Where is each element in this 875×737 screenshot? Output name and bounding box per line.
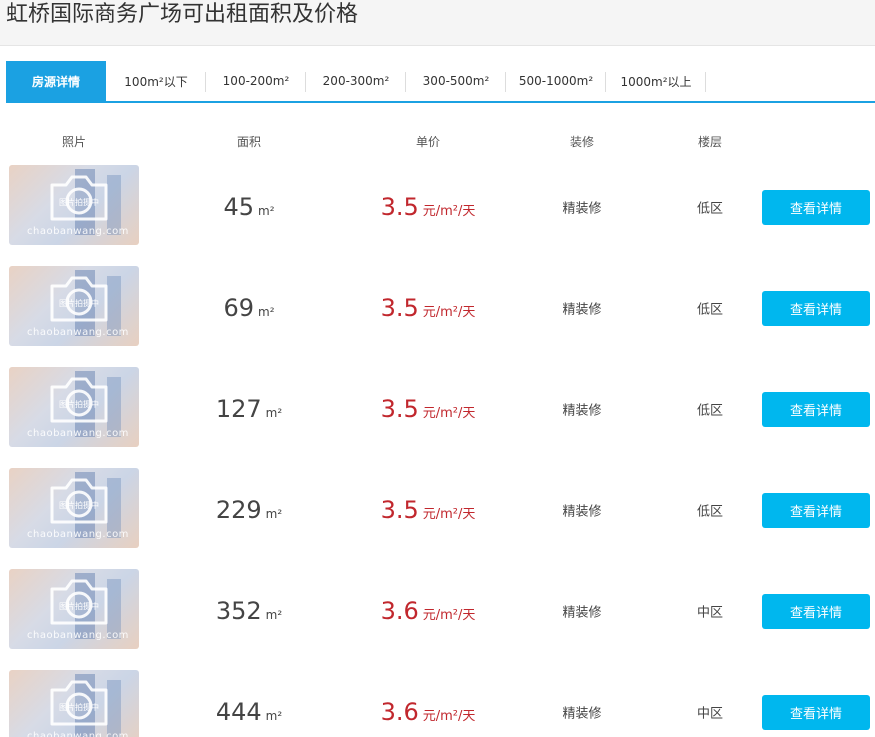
area-cell: 229 m²	[216, 496, 282, 524]
area-unit: m²	[265, 608, 283, 622]
decoration-value: 精装修	[562, 706, 602, 722]
table-row: 图片拍摄中 chaobanwang.com 45 m² 3.5 元/m²/天 精装修 低区 查看…	[0, 165, 875, 245]
watermark-text: chaobanwang.com	[27, 529, 129, 540]
area-cell: 444 m²	[216, 698, 282, 726]
price-unit: 元/m²/天	[422, 305, 476, 320]
area-cell: 69 m²	[223, 294, 274, 322]
floor-value: 低区	[696, 403, 724, 419]
camera-icon: 图片拍摄中	[50, 276, 108, 322]
view-details-button[interactable]: 查看详情	[762, 695, 870, 730]
price-value: 3.5	[380, 193, 419, 221]
price-cell: 3.6 元/m²/天	[381, 698, 476, 726]
area-unit: m²	[265, 709, 283, 723]
photo-caption: 图片拍摄中	[59, 702, 99, 712]
photo-caption: 图片拍摄中	[59, 197, 99, 207]
decoration-value: 精装修	[562, 201, 602, 217]
tab-listing-details[interactable]: 房源详情	[6, 61, 106, 101]
tab-500-1000[interactable]: 500-1000m²	[506, 61, 606, 101]
area-value: 45	[223, 193, 255, 221]
listing-photo[interactable]: 图片拍摄中 chaobanwang.com	[9, 165, 139, 245]
tab-over-1000[interactable]: 1000m²以上	[606, 61, 706, 101]
price-value: 3.5	[380, 395, 419, 423]
photo-caption: 图片拍摄中	[59, 601, 99, 611]
area-value: 127	[215, 395, 262, 423]
table-row: 图片拍摄中 chaobanwang.com 69 m² 3.5 元/m²/天 精装修 低区 查看…	[0, 266, 875, 346]
floor-value: 低区	[696, 504, 724, 520]
area-cell: 127 m²	[216, 395, 282, 423]
table-row: 图片拍摄中 chaobanwang.com 444 m² 3.6 元/m²/天 精装修 中区 查…	[0, 670, 875, 737]
price-cell: 3.5 元/m²/天	[381, 193, 476, 221]
price-value: 3.6	[380, 698, 419, 726]
price-cell: 3.5 元/m²/天	[381, 395, 476, 423]
table-row: 图片拍摄中 chaobanwang.com 352 m² 3.6 元/m²/天 精装修 中区 查…	[0, 569, 875, 649]
area-cell: 352 m²	[216, 597, 282, 625]
tab-200-300[interactable]: 200-300m²	[306, 61, 406, 101]
camera-icon: 图片拍摄中	[50, 680, 108, 726]
camera-icon: 图片拍摄中	[50, 478, 108, 524]
view-details-button[interactable]: 查看详情	[762, 190, 870, 225]
listing-photo[interactable]: 图片拍摄中 chaobanwang.com	[9, 367, 139, 447]
decoration-value: 精装修	[562, 403, 602, 419]
camera-icon: 图片拍摄中	[50, 579, 108, 625]
view-details-button[interactable]: 查看详情	[762, 392, 870, 427]
area-unit: m²	[265, 507, 283, 521]
price-cell: 3.5 元/m²/天	[381, 294, 476, 322]
area-value: 69	[223, 294, 255, 322]
size-filter-tabs: 房源详情 100m²以下 100-200m² 200-300m² 300-500…	[6, 61, 875, 103]
view-details-button[interactable]: 查看详情	[762, 493, 870, 528]
watermark-text: chaobanwang.com	[27, 327, 129, 338]
area-value: 352	[215, 597, 262, 625]
table-row: 图片拍摄中 chaobanwang.com 229 m² 3.5 元/m²/天 精装修 低区 查…	[0, 468, 875, 548]
listing-photo[interactable]: 图片拍摄中 chaobanwang.com	[9, 468, 139, 548]
page-header: 虹桥国际商务广场可出租面积及价格	[0, 0, 875, 46]
listing-photo[interactable]: 图片拍摄中 chaobanwang.com	[9, 266, 139, 346]
listing-photo[interactable]: 图片拍摄中 chaobanwang.com	[9, 569, 139, 649]
price-value: 3.5	[380, 496, 419, 524]
camera-icon: 图片拍摄中	[50, 175, 108, 221]
price-unit: 元/m²/天	[422, 608, 476, 623]
watermark-text: chaobanwang.com	[27, 731, 129, 737]
column-header-area: 面积	[236, 135, 262, 149]
watermark-text: chaobanwang.com	[27, 428, 129, 439]
listing-photo[interactable]: 图片拍摄中 chaobanwang.com	[9, 670, 139, 737]
decoration-value: 精装修	[562, 605, 602, 621]
floor-value: 低区	[696, 302, 724, 318]
column-header-price: 单价	[415, 135, 441, 149]
price-unit: 元/m²/天	[422, 709, 476, 724]
price-unit: 元/m²/天	[422, 406, 476, 421]
floor-value: 中区	[696, 605, 724, 621]
watermark-text: chaobanwang.com	[27, 630, 129, 641]
price-value: 3.5	[380, 294, 419, 322]
camera-icon: 图片拍摄中	[50, 377, 108, 423]
tab-300-500[interactable]: 300-500m²	[406, 61, 506, 101]
floor-value: 低区	[696, 201, 724, 217]
floor-value: 中区	[696, 706, 724, 722]
table-row: 图片拍摄中 chaobanwang.com 127 m² 3.5 元/m²/天 精装修 低区 查…	[0, 367, 875, 447]
tab-100-200[interactable]: 100-200m²	[206, 61, 306, 101]
area-value: 229	[215, 496, 262, 524]
watermark-text: chaobanwang.com	[27, 226, 129, 237]
area-unit: m²	[258, 305, 275, 319]
area-value: 444	[215, 698, 262, 726]
area-unit: m²	[265, 406, 283, 420]
price-cell: 3.5 元/m²/天	[381, 496, 476, 524]
column-header-photo: 照片	[61, 135, 87, 149]
view-details-button[interactable]: 查看详情	[762, 594, 870, 629]
price-unit: 元/m²/天	[422, 204, 476, 219]
price-value: 3.6	[380, 597, 419, 625]
area-unit: m²	[258, 204, 275, 218]
view-details-button[interactable]: 查看详情	[762, 291, 870, 326]
page-title: 虹桥国际商务广场可出租面积及价格	[6, 2, 359, 27]
photo-caption: 图片拍摄中	[59, 298, 99, 308]
photo-caption: 图片拍摄中	[59, 399, 99, 409]
photo-caption: 图片拍摄中	[59, 500, 99, 510]
column-header-floor: 楼层	[697, 135, 723, 149]
area-cell: 45 m²	[223, 193, 274, 221]
price-unit: 元/m²/天	[422, 507, 476, 522]
decoration-value: 精装修	[562, 302, 602, 318]
price-cell: 3.6 元/m²/天	[381, 597, 476, 625]
column-header-decoration: 装修	[569, 135, 595, 149]
tab-under-100[interactable]: 100m²以下	[106, 61, 206, 101]
decoration-value: 精装修	[562, 504, 602, 520]
